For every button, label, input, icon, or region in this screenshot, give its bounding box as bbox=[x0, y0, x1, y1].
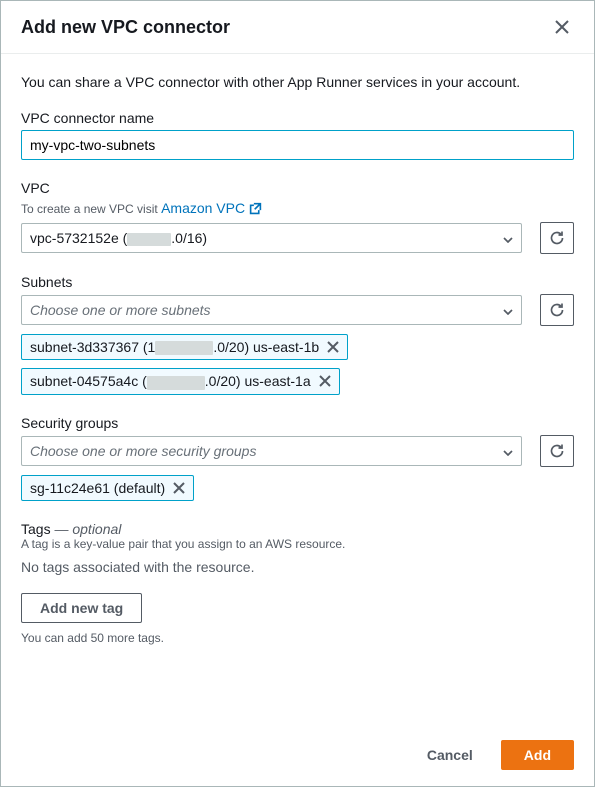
no-tags-text: No tags associated with the resource. bbox=[21, 559, 574, 575]
security-groups-tags: sg-11c24e61 (default) bbox=[21, 475, 574, 501]
vpc-select[interactable]: vpc-5732152e (.0/16) bbox=[21, 223, 522, 253]
chevron-down-icon bbox=[503, 443, 513, 459]
subnets-label: Subnets bbox=[21, 274, 574, 290]
vpc-help: To create a new VPC visit Amazon VPC bbox=[21, 200, 574, 216]
intro-text: You can share a VPC connector with other… bbox=[21, 74, 574, 90]
tags-description: A tag is a key-value pair that you assig… bbox=[21, 537, 574, 551]
security-groups-placeholder: Choose one or more security groups bbox=[30, 443, 256, 459]
subnet-tag-remove[interactable] bbox=[319, 375, 331, 387]
subnets-tags: subnet-3d337367 (1.0/20) us-east-1b subn… bbox=[21, 334, 574, 395]
close-icon bbox=[173, 482, 185, 494]
subnets-refresh-button[interactable] bbox=[540, 294, 574, 326]
vpc-connector-name-input[interactable] bbox=[21, 130, 574, 160]
amazon-vpc-link[interactable]: Amazon VPC bbox=[161, 200, 262, 216]
redacted-cidr bbox=[127, 233, 171, 246]
subnet-tag: subnet-04575a4c (.0/20) us-east-1a bbox=[21, 368, 340, 394]
tags-field: Tags — optional A tag is a key-value pai… bbox=[21, 521, 574, 645]
refresh-icon bbox=[549, 443, 565, 459]
redacted bbox=[155, 341, 213, 355]
security-groups-refresh-button[interactable] bbox=[540, 435, 574, 467]
modal-body: You can share a VPC connector with other… bbox=[1, 54, 594, 685]
redacted bbox=[147, 376, 205, 390]
subnet-tag-label: subnet-3d337367 (1.0/20) us-east-1b bbox=[30, 339, 319, 355]
vpc-label: VPC bbox=[21, 180, 574, 196]
add-button[interactable]: Add bbox=[501, 740, 574, 770]
modal-title: Add new VPC connector bbox=[21, 17, 230, 38]
modal-footer: Cancel Add bbox=[1, 724, 594, 786]
subnets-placeholder: Choose one or more subnets bbox=[30, 302, 211, 318]
security-groups-field: Security groups Choose one or more secur… bbox=[21, 415, 574, 501]
chevron-down-icon bbox=[503, 230, 513, 246]
close-icon bbox=[555, 20, 569, 34]
external-link-icon bbox=[249, 202, 262, 215]
modal-header: Add new VPC connector bbox=[1, 1, 594, 54]
subnets-select[interactable]: Choose one or more subnets bbox=[21, 295, 522, 325]
security-groups-label: Security groups bbox=[21, 415, 574, 431]
subnets-field: Subnets Choose one or more subnets subne… bbox=[21, 274, 574, 395]
security-groups-select[interactable]: Choose one or more security groups bbox=[21, 436, 522, 466]
add-new-tag-button[interactable]: Add new tag bbox=[21, 593, 142, 623]
cancel-button[interactable]: Cancel bbox=[409, 740, 491, 770]
close-button[interactable] bbox=[550, 15, 574, 39]
security-group-tag: sg-11c24e61 (default) bbox=[21, 475, 194, 501]
tags-limit-text: You can add 50 more tags. bbox=[21, 631, 574, 645]
vpc-help-text: To create a new VPC visit bbox=[21, 202, 161, 216]
vpc-field: VPC To create a new VPC visit Amazon VPC… bbox=[21, 180, 574, 254]
vpc-refresh-button[interactable] bbox=[540, 222, 574, 254]
subnet-tag-label: subnet-04575a4c (.0/20) us-east-1a bbox=[30, 373, 311, 389]
tags-header: Tags — optional bbox=[21, 521, 574, 537]
vpc-selected-value: vpc-5732152e (.0/16) bbox=[30, 230, 207, 246]
security-group-tag-remove[interactable] bbox=[173, 482, 185, 494]
tags-optional: — optional bbox=[51, 521, 122, 537]
vpc-connector-name-field: VPC connector name bbox=[21, 110, 574, 160]
subnet-tag-remove[interactable] bbox=[327, 341, 339, 353]
refresh-icon bbox=[549, 230, 565, 246]
close-icon bbox=[327, 341, 339, 353]
security-group-tag-label: sg-11c24e61 (default) bbox=[30, 480, 165, 496]
subnet-tag: subnet-3d337367 (1.0/20) us-east-1b bbox=[21, 334, 348, 360]
vpc-connector-name-label: VPC connector name bbox=[21, 110, 574, 126]
close-icon bbox=[319, 375, 331, 387]
refresh-icon bbox=[549, 302, 565, 318]
chevron-down-icon bbox=[503, 302, 513, 318]
